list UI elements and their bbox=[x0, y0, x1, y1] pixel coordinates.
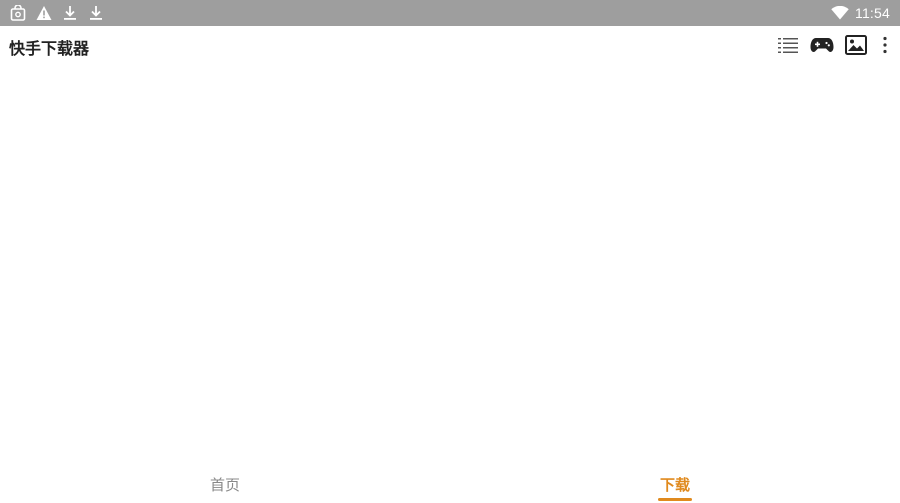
warning-icon bbox=[35, 4, 53, 22]
download-icon bbox=[61, 4, 79, 22]
tab-home-label: 首页 bbox=[209, 476, 240, 494]
wifi-icon bbox=[831, 4, 849, 22]
tab-download[interactable]: 下载 bbox=[450, 465, 900, 503]
active-tab-indicator bbox=[658, 498, 692, 501]
more-vert-icon[interactable] bbox=[878, 33, 892, 57]
tab-home[interactable]: 首页 bbox=[0, 465, 450, 503]
status-system-icons: 11:54 bbox=[831, 3, 890, 23]
main-content-area bbox=[0, 64, 900, 465]
bottom-navigation: 首页 下载 bbox=[0, 465, 900, 503]
tab-download-label: 下载 bbox=[659, 476, 690, 494]
gamepad-icon[interactable] bbox=[810, 33, 834, 57]
status-bar: 11:54 bbox=[0, 0, 900, 26]
status-time: 11:54 bbox=[855, 5, 890, 21]
app-bar-actions bbox=[776, 32, 892, 58]
list-icon[interactable] bbox=[776, 33, 800, 57]
page-title: 快手下载器 bbox=[9, 39, 90, 58]
status-notification-icons bbox=[9, 3, 105, 23]
download-icon bbox=[87, 4, 105, 22]
bag-icon bbox=[9, 4, 27, 22]
app-bar: 快手下载器 bbox=[0, 26, 900, 64]
image-icon[interactable] bbox=[844, 33, 868, 57]
